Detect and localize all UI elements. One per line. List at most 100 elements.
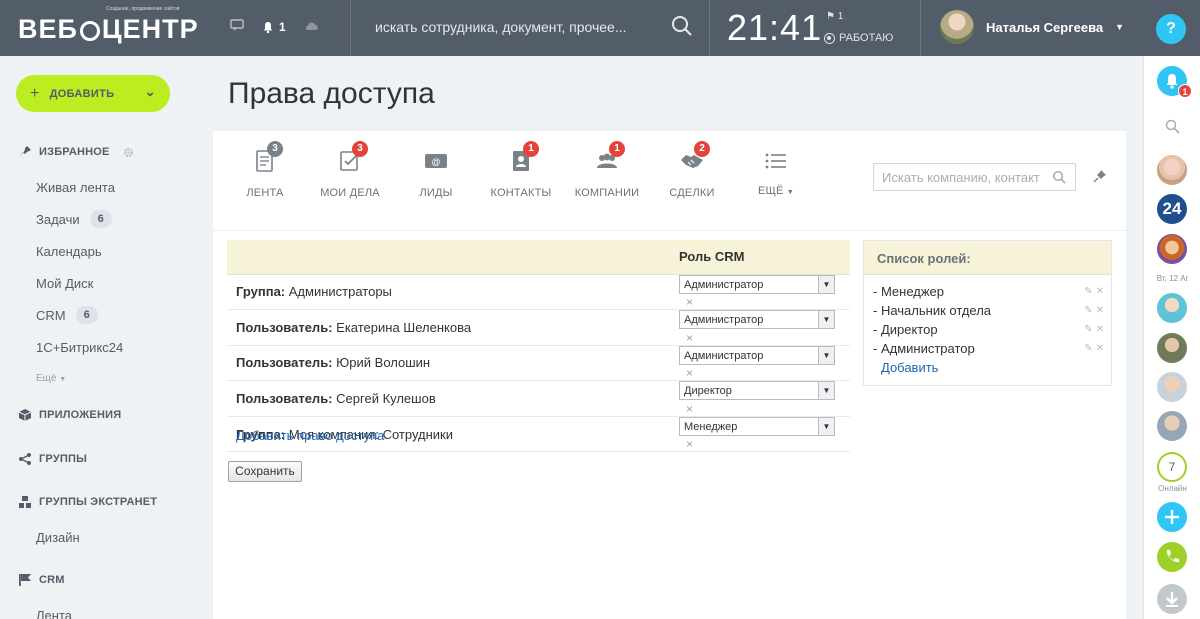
flag-counter[interactable]: ⚑ 1 [826, 11, 843, 22]
bitrix24-badge[interactable]: 24 [1157, 194, 1187, 224]
subject-cell: Пользователь: Екатерина Шеленкова [227, 309, 670, 346]
chevron-down-icon: ⌄ [144, 84, 156, 99]
tab-my-tasks[interactable]: 3 МОИ ДЕЛА [310, 141, 390, 199]
call-button[interactable] [1157, 542, 1187, 572]
list-item[interactable]: - Менеджер ✎✕ [864, 282, 1111, 301]
role-select[interactable]: Директор ▼ [679, 381, 835, 401]
online-counter[interactable]: 7 [1157, 452, 1187, 482]
delete-icon[interactable]: × [686, 331, 693, 345]
sidebar-section-crm[interactable]: CRM [18, 573, 65, 587]
pin-icon [19, 146, 31, 158]
cloud-icon[interactable] [304, 20, 320, 34]
role-select[interactable]: Администратор ▼ [679, 310, 835, 330]
logo[interactable]: ВЕБ ЦЕНТР Создание, продвижение сайтов [18, 6, 199, 48]
contact-avatar[interactable] [1157, 333, 1187, 363]
role-select[interactable]: Менеджер ▼ [679, 416, 835, 436]
close-icon[interactable]: ✕ [1096, 324, 1107, 335]
tab-companies[interactable]: 1 КОМПАНИИ [567, 141, 647, 199]
work-status[interactable]: РАБОТАЮ [824, 32, 893, 44]
contact-avatar[interactable] [1157, 293, 1187, 323]
contact-avatar[interactable] [1157, 234, 1187, 264]
search-icon[interactable] [1052, 170, 1066, 184]
download-icon [1166, 592, 1178, 607]
sidebar-item-tasks[interactable]: Задачи 6 [36, 210, 112, 228]
delete-icon[interactable]: × [686, 402, 693, 416]
roles-list: - Менеджер ✎✕ - Начальник отдела ✎✕ - Дире… [864, 275, 1111, 377]
more-label: Ещё [36, 373, 57, 384]
clock[interactable]: 21:41 [727, 7, 822, 49]
crm-search-input[interactable]: Искать компанию, контакт [873, 163, 1076, 191]
add-chat-button[interactable] [1157, 502, 1187, 532]
add-button[interactable]: + ДОБАВИТЬ ⌄ [16, 75, 170, 112]
list-item[interactable]: - Администратор ✎✕ [864, 339, 1111, 358]
list-item[interactable]: - Начальник отдела ✎✕ [864, 301, 1111, 320]
edit-icon[interactable]: ✎ [1084, 286, 1095, 297]
section-label: ГРУППЫ ЭКСТРАНЕТ [39, 496, 158, 508]
notifications-bell-button[interactable]: 1 [1157, 66, 1192, 98]
edit-icon[interactable]: ✎ [1084, 343, 1095, 354]
gear-icon[interactable] [123, 147, 134, 158]
close-icon[interactable]: ✕ [1096, 286, 1107, 297]
tab-leads[interactable]: @ ЛИДЫ [396, 149, 476, 199]
save-button[interactable]: Сохранить [228, 461, 302, 482]
sidebar-section-extranet[interactable]: ГРУППЫ ЭКСТРАНЕТ [18, 495, 157, 509]
search-icon[interactable] [670, 14, 694, 38]
tab-deals[interactable]: 2 СДЕЛКИ [652, 141, 732, 199]
role-name: - Менеджер [873, 284, 945, 299]
sidebar-item-label: Календарь [36, 244, 102, 259]
user-menu[interactable]: Наталья Сергеева ▼ [940, 10, 1124, 44]
delete-icon[interactable]: × [686, 295, 693, 309]
sidebar-item-calendar[interactable]: Календарь [36, 244, 102, 259]
tab-feed[interactable]: 3 ЛЕНТА [225, 141, 305, 199]
list-item[interactable]: - Директор ✎✕ [864, 320, 1111, 339]
tab-contacts[interactable]: 1 КОНТАКТЫ [481, 141, 561, 199]
column-header-role: Роль CRM [670, 240, 850, 275]
chat-icon[interactable] [230, 19, 244, 34]
edit-icon[interactable]: ✎ [1084, 305, 1095, 316]
search-icon[interactable] [1165, 119, 1180, 134]
logo-mark [79, 21, 100, 41]
pin-icon[interactable] [1093, 169, 1107, 183]
sidebar-more[interactable]: Ещё ▼ [36, 373, 66, 384]
edit-icon[interactable]: ✎ [1084, 324, 1095, 335]
contact-avatar[interactable] [1157, 155, 1187, 185]
close-icon[interactable]: ✕ [1096, 305, 1107, 316]
subject-name: Юрий Волошин [336, 355, 431, 371]
help-button[interactable]: ? [1156, 14, 1186, 44]
tab-label: ЛИДЫ [419, 187, 453, 199]
tab-label: КОНТАКТЫ [490, 187, 552, 199]
sidebar-item-disk[interactable]: Мой Диск [36, 276, 93, 291]
add-role-link[interactable]: Добавить [864, 358, 1111, 377]
sidebar-section-groups[interactable]: ГРУППЫ [18, 452, 87, 466]
role-select[interactable]: Администратор ▼ [679, 274, 835, 294]
caret-down-icon: ▼ [818, 417, 834, 435]
download-button[interactable] [1157, 584, 1187, 614]
notifications-button[interactable]: 1 [262, 20, 286, 34]
add-access-link[interactable]: Добавить право доступа [236, 428, 384, 443]
close-icon[interactable]: ✕ [1096, 343, 1107, 354]
contact-avatar[interactable] [1157, 372, 1187, 402]
sidebar-section-favorites[interactable]: ИЗБРАННОЕ [18, 145, 134, 159]
role-select[interactable]: Администратор ▼ [679, 345, 835, 365]
tab-badge: 3 [352, 141, 368, 157]
sidebar-item-design[interactable]: Дизайн [36, 530, 80, 545]
caret-down-icon: ▼ [59, 376, 67, 383]
delete-icon[interactable]: × [686, 366, 693, 380]
sidebar-section-apps[interactable]: ПРИЛОЖЕНИЯ [18, 408, 121, 422]
tab-more[interactable]: ЕЩЁ ▼ [736, 149, 816, 197]
sidebar: + ДОБАВИТЬ ⌄ ИЗБРАННОЕ Живая лента Задач… [0, 56, 213, 619]
delete-icon[interactable]: × [686, 437, 693, 451]
section-label: ПРИЛОЖЕНИЯ [39, 409, 122, 421]
logo-text-right: ЦЕНТР [101, 13, 199, 44]
divider [920, 0, 921, 56]
sidebar-item-crm-feed[interactable]: Лента [36, 608, 72, 619]
global-search-input[interactable]: искать сотрудника, документ, прочее... [375, 19, 627, 35]
sidebar-item-crm[interactable]: CRM 6 [36, 306, 98, 324]
role-cell: Менеджер ▼ × [670, 416, 850, 453]
caret-down-icon: ▼ [818, 311, 834, 329]
record-icon [824, 32, 835, 44]
sidebar-item-1c-bitrix[interactable]: 1С+Битрикс24 [36, 340, 123, 355]
contact-avatar[interactable] [1157, 411, 1187, 441]
sidebar-item-feed[interactable]: Живая лента [36, 180, 115, 195]
right-bar: 1 24 Вт, 12 Ar 7 Онлайн [1143, 56, 1200, 619]
